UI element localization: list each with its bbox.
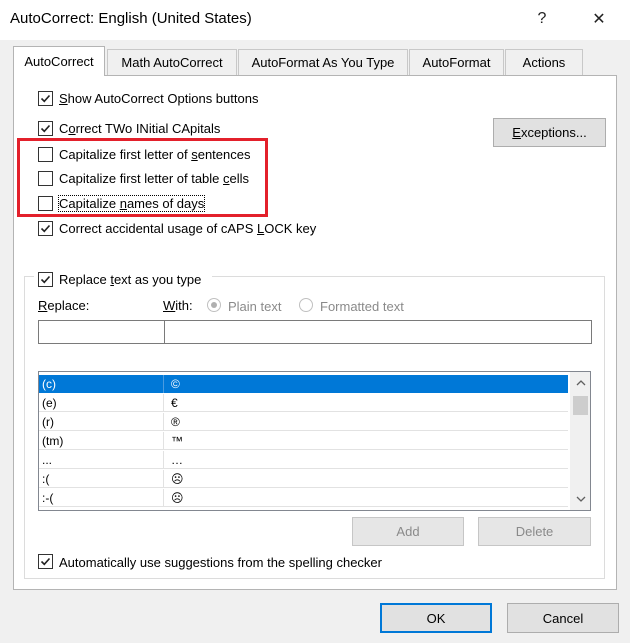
check-icon <box>40 557 51 566</box>
list-item[interactable]: (r) ® <box>39 413 568 431</box>
ok-button[interactable]: OK <box>380 603 492 633</box>
tab-label: Actions <box>522 55 566 70</box>
replace-input[interactable] <box>38 320 165 344</box>
delete-button[interactable]: Delete <box>478 517 591 546</box>
formatted-text-label: Formatted text <box>320 299 404 314</box>
exceptions-button[interactable]: Exceptions... <box>493 118 606 147</box>
tab-math-autocorrect[interactable]: Math AutoCorrect <box>107 49 237 75</box>
tab-autoformat-as-you-type[interactable]: AutoFormat As You Type <box>238 49 408 75</box>
help-button[interactable]: ? <box>527 6 557 32</box>
spelling-suggestions-checkbox[interactable] <box>38 554 53 569</box>
tab-label: Math AutoCorrect <box>121 55 223 70</box>
capitalize-table-cells-checkbox[interactable] <box>38 171 53 186</box>
with-input[interactable] <box>164 320 592 344</box>
caps-lock-label: Correct accidental usage of cAPS LOCK ke… <box>59 221 317 236</box>
list-item[interactable]: (e) € <box>39 394 568 412</box>
tab-autocorrect[interactable]: AutoCorrect <box>13 46 105 76</box>
check-icon <box>40 94 51 103</box>
spelling-suggestions-label: Automatically use suggestions from the s… <box>59 555 382 570</box>
help-icon: ? <box>537 10 547 27</box>
plain-text-label: Plain text <box>228 299 282 314</box>
close-button[interactable]: ✕ <box>584 6 614 32</box>
tab-label: AutoFormat As You Type <box>251 55 395 70</box>
list-item[interactable]: (tm) ™ <box>39 432 568 450</box>
formatted-text-radio[interactable] <box>299 298 313 312</box>
capitalize-sentences-checkbox[interactable] <box>38 147 53 162</box>
tab-actions[interactable]: Actions <box>505 49 583 75</box>
replace-as-you-type-checkbox[interactable] <box>38 272 53 287</box>
check-icon <box>40 124 51 133</box>
window-title: AutoCorrect: English (United States) <box>10 10 252 27</box>
tab-label: AutoCorrect <box>24 54 94 69</box>
entries-list[interactable]: (c) © (e) € (r) ® (tm) ™ ...… :(☹ :-(☹ <box>38 371 591 511</box>
list-item[interactable]: :-(☹ <box>39 489 568 507</box>
two-initial-caps-checkbox[interactable] <box>38 121 53 136</box>
with-label: With: <box>163 298 193 313</box>
show-buttons-checkbox[interactable] <box>38 91 53 106</box>
capitalize-days-checkbox[interactable] <box>38 196 53 211</box>
two-initial-caps-label: Correct TWo INitial CApitals <box>59 121 221 136</box>
capitalize-table-cells-label: Capitalize first letter of table cells <box>59 171 250 186</box>
list-item[interactable]: (c) © <box>39 375 568 393</box>
check-icon <box>40 275 51 284</box>
replace-label: Replace: <box>38 298 90 313</box>
capitalize-sentences-label: Capitalize first letter of sentences <box>59 147 251 162</box>
check-icon <box>40 224 51 233</box>
list-item[interactable]: :(☹ <box>39 470 568 488</box>
add-button[interactable]: Add <box>352 517 464 546</box>
list-scrollbar[interactable] <box>570 372 590 510</box>
close-icon: ✕ <box>592 11 606 28</box>
tab-autoformat[interactable]: AutoFormat <box>409 49 504 75</box>
show-buttons-label: Show AutoCorrect Options buttons <box>59 91 259 106</box>
scroll-up-icon[interactable] <box>570 374 590 391</box>
capitalize-days-label: Capitalize names of days <box>57 195 206 212</box>
scroll-thumb[interactable] <box>573 396 588 415</box>
cancel-button[interactable]: Cancel <box>507 603 619 633</box>
tab-label: AutoFormat <box>422 55 491 70</box>
plain-text-radio[interactable] <box>207 298 221 312</box>
scroll-down-icon[interactable] <box>570 490 590 507</box>
caps-lock-checkbox[interactable] <box>38 221 53 236</box>
replace-as-you-type-label: Replace text as you type <box>59 272 202 287</box>
list-item[interactable]: ...… <box>39 451 568 469</box>
